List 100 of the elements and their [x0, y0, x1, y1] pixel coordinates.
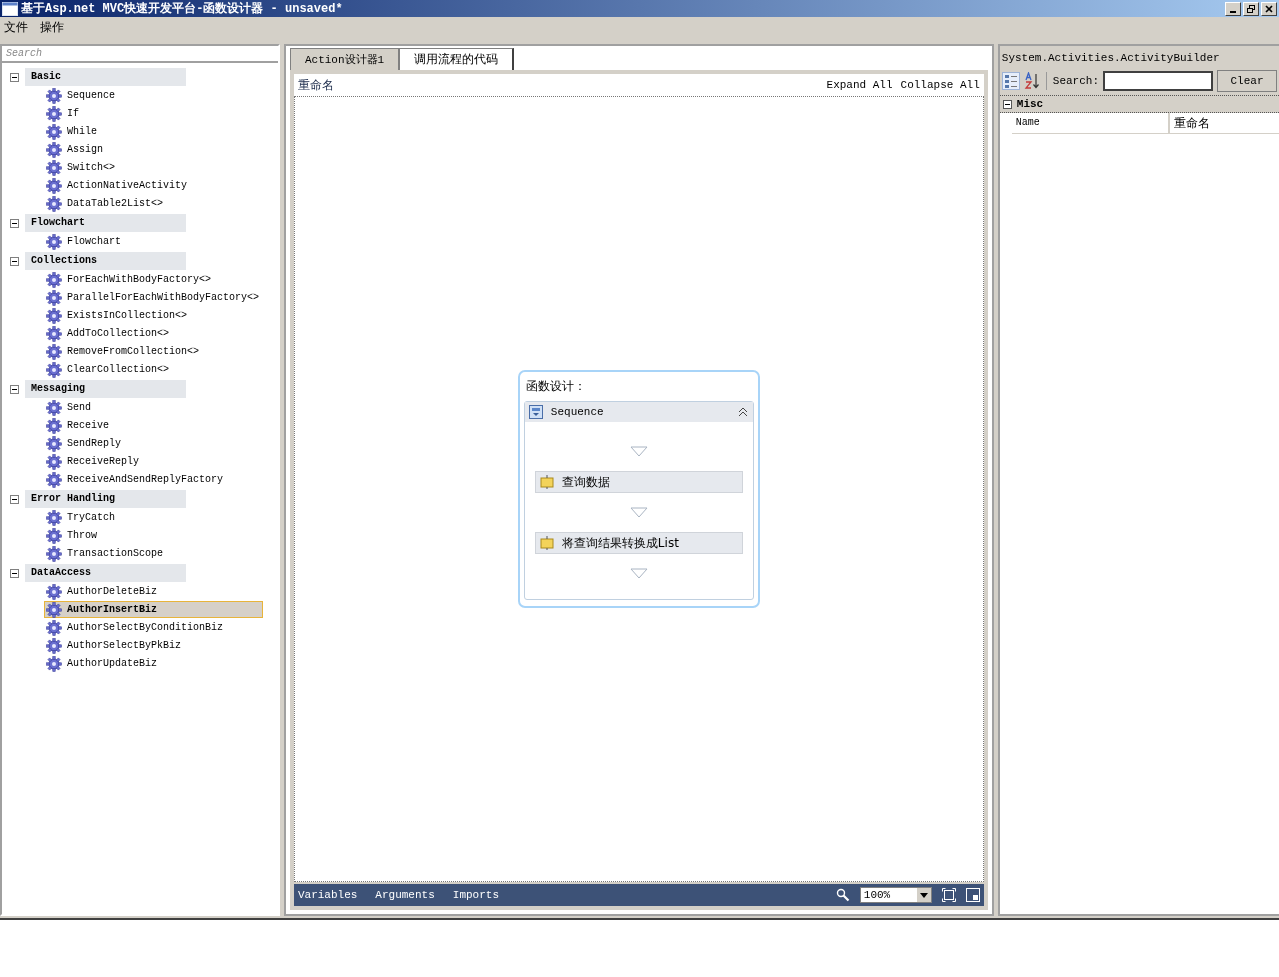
close-button[interactable] [1261, 1, 1277, 16]
categorized-icon[interactable] [1001, 72, 1020, 90]
toolbox-item[interactable]: ReceiveAndSendReplyFactory [44, 471, 263, 488]
toolbox-item[interactable]: SendReply [44, 435, 263, 452]
toolbox-item[interactable]: ForEachWithBodyFactory<> [44, 271, 263, 288]
sequence-icon [528, 405, 543, 419]
gear-icon [46, 289, 62, 306]
sort-alphabetical-icon[interactable] [1023, 72, 1040, 90]
toolbox-item[interactable]: ExistsInCollection<> [44, 307, 263, 324]
category-header[interactable]: Messaging [25, 380, 186, 398]
gear-icon [46, 325, 62, 342]
toolbox-item[interactable]: ParallelForEachWithBodyFactory<> [44, 289, 263, 306]
toolbox-item[interactable]: DataTable2List<> [44, 195, 263, 212]
toolbox-item[interactable]: Send [44, 399, 263, 416]
restore-icon [1246, 3, 1256, 14]
collapse-icon[interactable] [736, 407, 749, 417]
activity-container[interactable]: 函数设计： Sequence 查询数据 将查询结果转换成List [517, 370, 760, 608]
activity[interactable]: 查询数据 [534, 471, 743, 493]
toolbox-item[interactable]: Flowchart [44, 233, 263, 250]
gear-icon [46, 509, 62, 526]
gear-icon [46, 417, 62, 434]
toolbox-item[interactable]: While [44, 123, 263, 140]
search-icon[interactable] [835, 888, 850, 902]
menu-item[interactable]: 操作 [40, 19, 64, 36]
toolbox-item[interactable]: Throw [44, 527, 263, 544]
category-header[interactable]: Error Handling [25, 490, 186, 508]
activity-icon [539, 475, 554, 489]
fit-to-screen-icon[interactable] [941, 888, 956, 902]
gear-icon [46, 601, 62, 618]
sequence-label: Sequence [550, 406, 604, 418]
property-search-field[interactable] [1103, 71, 1213, 91]
toolbox-item[interactable]: AuthorSelectByPkBiz [44, 637, 263, 654]
category-header[interactable]: DataAccess [25, 564, 186, 582]
gear-icon [46, 583, 62, 600]
gear-icon [46, 527, 62, 544]
gear-icon [46, 435, 62, 452]
gear-icon [46, 471, 62, 488]
gear-icon [46, 307, 62, 324]
collapse-icon[interactable] [10, 218, 19, 228]
tab[interactable]: 调用流程的代码 [399, 48, 515, 70]
footer-tab[interactable]: Arguments [375, 889, 435, 901]
collapse-icon[interactable] [1002, 99, 1012, 109]
category-header[interactable]: Basic [25, 68, 186, 86]
toolbox-item[interactable]: AuthorUpdateBiz [44, 655, 263, 672]
toolbox-item[interactable]: TransactionScope [44, 545, 263, 562]
zoom-dropdown[interactable]: 100% [859, 887, 932, 903]
property-value[interactable]: 重命名 [1169, 113, 1210, 133]
toolbox-item[interactable]: TryCatch [44, 509, 263, 526]
category-header[interactable]: Flowchart [25, 214, 186, 232]
collapse-icon[interactable] [10, 256, 19, 266]
footer-tab[interactable]: Variables [297, 889, 358, 901]
toolbox-item[interactable]: Sequence [44, 87, 263, 104]
gear-icon [46, 637, 62, 654]
footer-tab[interactable]: Imports [452, 889, 499, 901]
toolbox-item[interactable]: Receive [44, 417, 263, 434]
sequence-activity[interactable]: Sequence 查询数据 将查询结果转换成List [523, 401, 754, 600]
toolbox-item[interactable]: ClearCollection<> [44, 361, 263, 378]
clear-button[interactable]: Clear [1217, 70, 1277, 92]
category-header[interactable]: Collections [25, 252, 186, 270]
gear-icon [46, 195, 62, 212]
activity[interactable]: 将查询结果转换成List [534, 532, 743, 554]
collapse-icon[interactable] [10, 72, 19, 82]
search-field[interactable]: Search [2, 46, 278, 63]
collapse-icon[interactable] [10, 568, 19, 578]
toolbox-item[interactable]: ActionNativeActivity [44, 177, 263, 194]
toolbox-item[interactable]: AuthorDeleteBiz [44, 583, 263, 600]
toolbox-item[interactable]: Switch<> [44, 159, 263, 176]
toolbox-item[interactable]: AuthorInsertBiz [44, 601, 263, 618]
gear-icon [46, 87, 62, 104]
gear-icon [46, 361, 62, 378]
gear-icon [46, 655, 62, 672]
gear-icon [46, 343, 62, 360]
toolbox-item[interactable]: RemoveFromCollection<> [44, 343, 263, 360]
collapse-icon[interactable] [10, 384, 19, 394]
activity-icon [539, 536, 554, 550]
overview-icon[interactable] [965, 888, 980, 902]
search-label: Search: [1052, 75, 1099, 87]
minimize-button[interactable] [1225, 1, 1241, 16]
gear-icon [46, 619, 62, 636]
toolbox-item[interactable]: If [44, 105, 263, 122]
toolbox-item[interactable]: Assign [44, 141, 263, 158]
caret-icon [919, 892, 928, 898]
collapse-all-link[interactable]: Collapse All [900, 79, 980, 91]
expand-all-link[interactable]: Expand All [826, 79, 893, 91]
toolbox-item[interactable]: ReceiveReply [44, 453, 263, 470]
restore-button[interactable] [1243, 1, 1259, 16]
toolbox-item[interactable]: AuthorSelectByConditionBiz [44, 619, 263, 636]
collapse-icon[interactable] [10, 494, 19, 504]
toolbox-item[interactable]: AddToCollection<> [44, 325, 263, 342]
gear-icon [46, 159, 62, 176]
menu-item[interactable]: 文件 [4, 19, 28, 36]
gear-icon [46, 105, 62, 122]
category-header: Misc [1016, 98, 1044, 110]
close-icon [1264, 3, 1274, 14]
activity-title: 函数设计： [524, 378, 587, 395]
window-title: 基于Asp.net MVC快速开发平台-函数设计器 - unsaved* [21, 1, 343, 17]
gear-icon [46, 177, 62, 194]
gear-icon [46, 233, 62, 250]
breadcrumb[interactable]: 重命名 [297, 76, 334, 94]
tab[interactable]: Action设计器1 [289, 48, 400, 70]
